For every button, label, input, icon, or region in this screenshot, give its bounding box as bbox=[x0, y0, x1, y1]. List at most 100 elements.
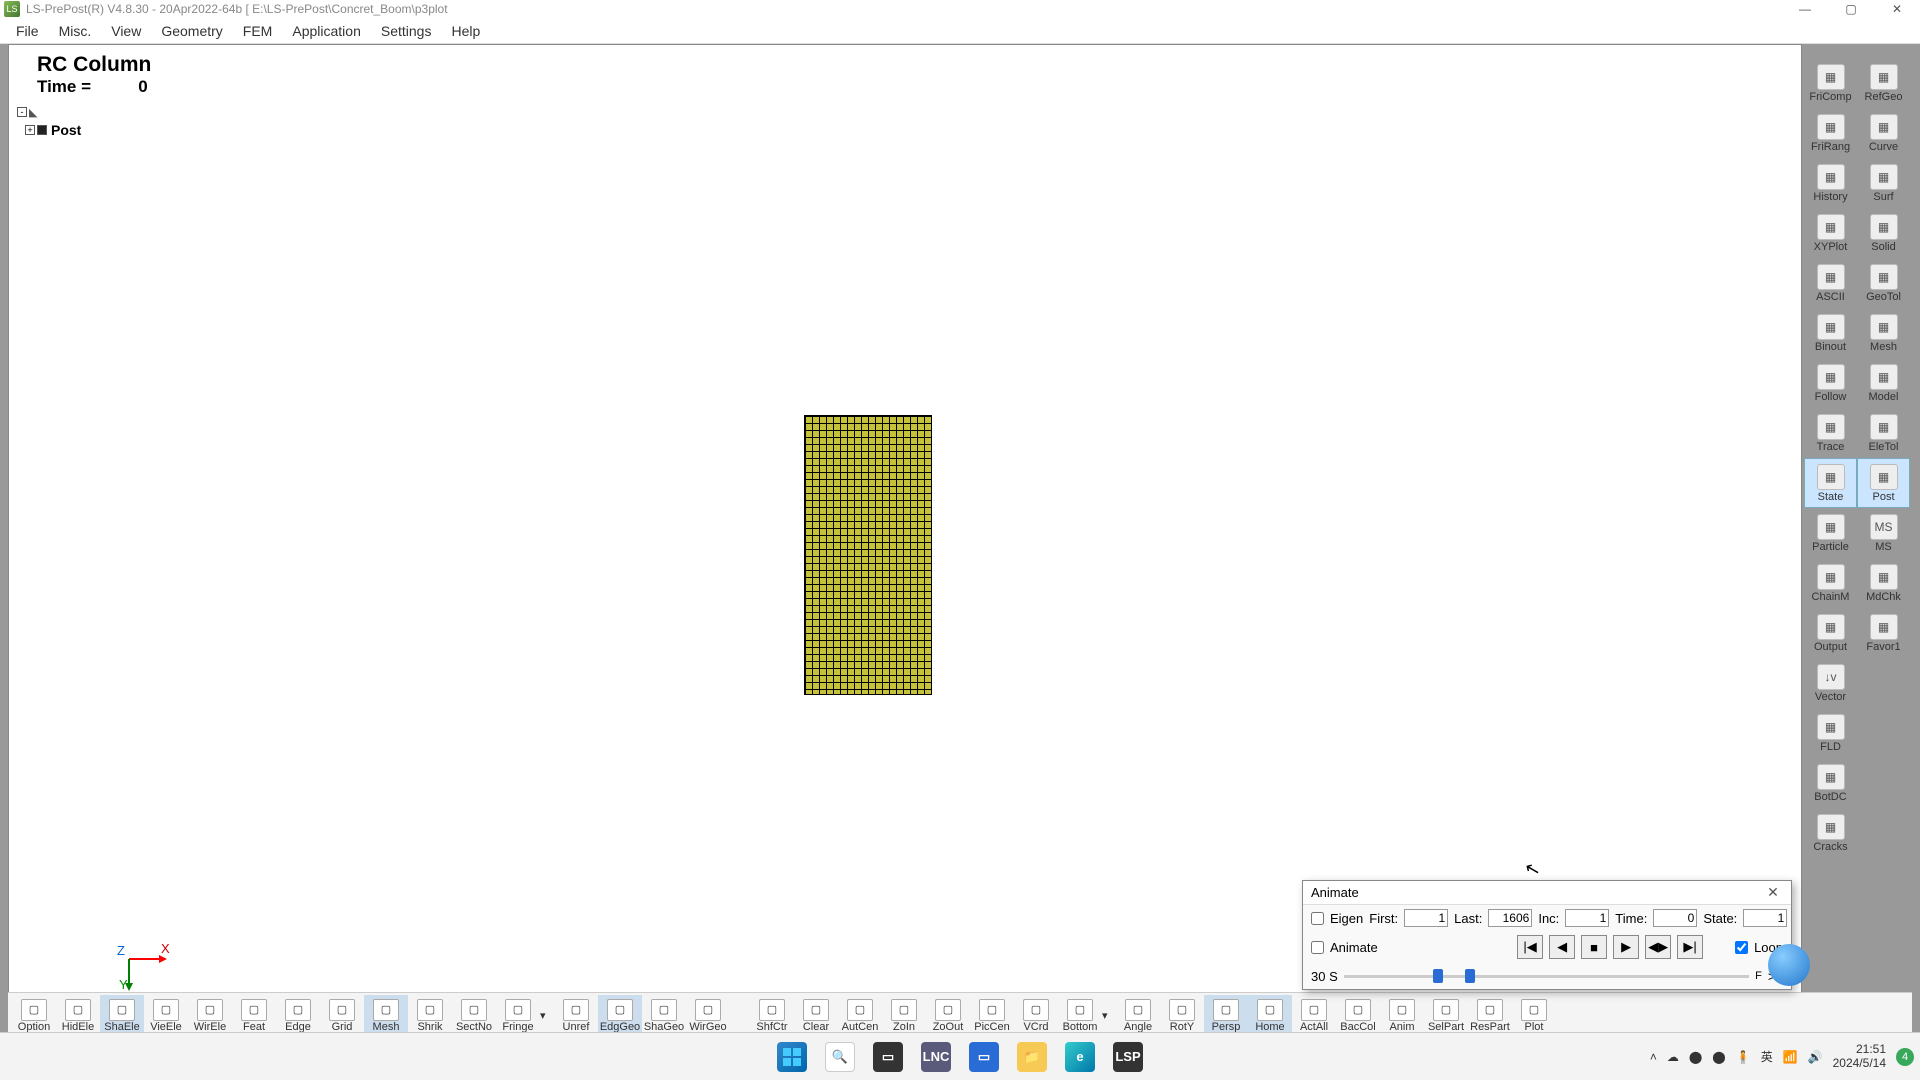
animate-dialog[interactable]: Animate ✕ Eigen First: Last: Inc: Time: … bbox=[1302, 880, 1792, 990]
start-button[interactable] bbox=[770, 1037, 814, 1077]
menu-fem[interactable]: FEM bbox=[233, 23, 283, 39]
btn-vcrd[interactable]: ▢VCrd bbox=[1014, 995, 1058, 1037]
stop-button[interactable]: ■ bbox=[1581, 935, 1607, 959]
btn-unref[interactable]: ▢Unref bbox=[554, 995, 598, 1037]
btn-selpart[interactable]: ▢SelPart bbox=[1424, 995, 1468, 1037]
dropdown-icon[interactable]: ▾ bbox=[1102, 1009, 1116, 1022]
menu-geometry[interactable]: Geometry bbox=[151, 23, 232, 39]
btn-shageo[interactable]: ▢ShaGeo bbox=[642, 995, 686, 1037]
mesh-model[interactable] bbox=[804, 415, 932, 695]
btn-vieele[interactable]: ▢VieEle bbox=[144, 995, 188, 1037]
tool-mdchk[interactable]: ▦MdChk bbox=[1857, 558, 1910, 608]
menu-help[interactable]: Help bbox=[441, 23, 490, 39]
frame-slider[interactable] bbox=[1344, 967, 1749, 985]
tool-mesh[interactable]: ▦Mesh bbox=[1857, 308, 1910, 358]
tool-xyplot[interactable]: ▦XYPlot bbox=[1804, 208, 1857, 258]
tool-particle[interactable]: ▦Particle bbox=[1804, 508, 1857, 558]
tool-solid[interactable]: ▦Solid bbox=[1857, 208, 1910, 258]
taskbar-app[interactable]: ▭ bbox=[962, 1037, 1006, 1077]
tool-fld[interactable]: ▦FLD bbox=[1804, 708, 1857, 758]
btn-shrik[interactable]: ▢Shrik bbox=[408, 995, 452, 1037]
tool-geotol[interactable]: ▦GeoTol bbox=[1857, 258, 1910, 308]
notification-icon[interactable]: 4 bbox=[1896, 1048, 1914, 1066]
minimize-button[interactable]: — bbox=[1782, 0, 1828, 18]
tool-frirang[interactable]: ▦FriRang bbox=[1804, 108, 1857, 158]
tool-ascii[interactable]: ▦ASCII bbox=[1804, 258, 1857, 308]
btn-edggeo[interactable]: ▢EdgGeo bbox=[598, 995, 642, 1037]
btn-piccen[interactable]: ▢PicCen bbox=[970, 995, 1014, 1037]
tray-chevron-icon[interactable]: ˄ bbox=[1650, 1050, 1657, 1064]
taskview-button[interactable]: ▭ bbox=[866, 1037, 910, 1077]
tree-checkbox[interactable] bbox=[37, 125, 47, 135]
btn-shfctr[interactable]: ▢ShfCtr bbox=[750, 995, 794, 1037]
tree-expand-icon[interactable]: - bbox=[17, 107, 27, 117]
tool-refgeo[interactable]: ▦RefGeo bbox=[1857, 58, 1910, 108]
btn-grid[interactable]: ▢Grid bbox=[320, 995, 364, 1037]
tool-cracks[interactable]: ▦Cracks bbox=[1804, 808, 1857, 858]
tray-icon[interactable]: ⬤ bbox=[1689, 1050, 1702, 1064]
first-frame-button[interactable]: |◀ bbox=[1517, 935, 1543, 959]
btn-wirgeo[interactable]: ▢WirGeo bbox=[686, 995, 730, 1037]
maximize-button[interactable]: ▢ bbox=[1828, 0, 1874, 18]
btn-sectno[interactable]: ▢SectNo bbox=[452, 995, 496, 1037]
tool-fricomp[interactable]: ▦FriComp bbox=[1804, 58, 1857, 108]
animate-checkbox[interactable] bbox=[1311, 941, 1324, 954]
tool-vector[interactable]: ↓vVector bbox=[1804, 658, 1857, 708]
tool-favor1[interactable]: ▦Favor1 bbox=[1857, 608, 1910, 658]
dropdown-icon[interactable]: ▾ bbox=[540, 1009, 554, 1022]
taskbar-app[interactable]: LNC bbox=[914, 1037, 958, 1077]
menu-view[interactable]: View bbox=[101, 23, 151, 39]
model-tree[interactable]: - ◣ + Post bbox=[17, 103, 81, 139]
state-input[interactable] bbox=[1743, 909, 1787, 927]
tool-ms[interactable]: MSMS bbox=[1857, 508, 1910, 558]
tool-chainm[interactable]: ▦ChainM bbox=[1804, 558, 1857, 608]
tool-surf[interactable]: ▦Surf bbox=[1857, 158, 1910, 208]
volume-icon[interactable]: 🔊 bbox=[1808, 1050, 1823, 1064]
btn-autcen[interactable]: ▢AutCen bbox=[838, 995, 882, 1037]
menu-file[interactable]: File bbox=[6, 23, 49, 39]
loop-checkbox[interactable] bbox=[1735, 941, 1748, 954]
edge-button[interactable]: e bbox=[1058, 1037, 1102, 1077]
tool-follow[interactable]: ▦Follow bbox=[1804, 358, 1857, 408]
btn-shaele[interactable]: ▢ShaEle bbox=[100, 995, 144, 1037]
btn-respart[interactable]: ▢ResPart bbox=[1468, 995, 1512, 1037]
tool-binout[interactable]: ▦Binout bbox=[1804, 308, 1857, 358]
btn-wirele[interactable]: ▢WirEle bbox=[188, 995, 232, 1037]
btn-zoout[interactable]: ▢ZoOut bbox=[926, 995, 970, 1037]
ime-indicator[interactable]: 英 bbox=[1761, 1048, 1773, 1065]
tree-item-label[interactable]: Post bbox=[51, 122, 81, 138]
btn-option[interactable]: ▢Option bbox=[12, 995, 56, 1037]
btn-fringe[interactable]: ▢Fringe bbox=[496, 995, 540, 1037]
btn-zoin[interactable]: ▢ZoIn bbox=[882, 995, 926, 1037]
last-input[interactable] bbox=[1488, 909, 1532, 927]
close-icon[interactable]: ✕ bbox=[1763, 883, 1783, 903]
inc-input[interactable] bbox=[1565, 909, 1609, 927]
btn-plot[interactable]: ▢Plot bbox=[1512, 995, 1556, 1037]
eigen-checkbox[interactable] bbox=[1311, 912, 1324, 925]
step-button[interactable]: ◀▶ bbox=[1645, 935, 1671, 959]
btn-persp[interactable]: ▢Persp bbox=[1204, 995, 1248, 1037]
btn-mesh[interactable]: ▢Mesh bbox=[364, 995, 408, 1037]
tool-post[interactable]: ▦Post bbox=[1857, 458, 1910, 508]
prev-frame-button[interactable]: ◀ bbox=[1549, 935, 1575, 959]
time-input[interactable] bbox=[1653, 909, 1697, 927]
tool-output[interactable]: ▦Output bbox=[1804, 608, 1857, 658]
btn-feat[interactable]: ▢Feat bbox=[232, 995, 276, 1037]
tool-botdc[interactable]: ▦BotDC bbox=[1804, 758, 1857, 808]
tray-icon[interactable]: ☁ bbox=[1667, 1050, 1679, 1064]
file-explorer-button[interactable]: 📁 bbox=[1010, 1037, 1054, 1077]
btn-bottom[interactable]: ▢Bottom bbox=[1058, 995, 1102, 1037]
btn-home[interactable]: ▢Home bbox=[1248, 995, 1292, 1037]
menu-settings[interactable]: Settings bbox=[371, 23, 442, 39]
taskbar-app[interactable]: LSP bbox=[1106, 1037, 1150, 1077]
tray-icon[interactable]: ⬤ bbox=[1712, 1050, 1725, 1064]
tool-model[interactable]: ▦Model bbox=[1857, 358, 1910, 408]
tool-trace[interactable]: ▦Trace bbox=[1804, 408, 1857, 458]
play-button[interactable]: ▶ bbox=[1613, 935, 1639, 959]
clock[interactable]: 21:51 2024/5/14 bbox=[1833, 1043, 1886, 1069]
tool-curve[interactable]: ▦Curve bbox=[1857, 108, 1910, 158]
first-input[interactable] bbox=[1404, 909, 1448, 927]
btn-roty[interactable]: ▢RotY bbox=[1160, 995, 1204, 1037]
tree-expand-icon[interactable]: + bbox=[25, 125, 35, 135]
system-tray[interactable]: ˄ ☁ ⬤ ⬤ 🧍 英 📶 🔊 21:51 2024/5/14 4 bbox=[1650, 1043, 1914, 1069]
